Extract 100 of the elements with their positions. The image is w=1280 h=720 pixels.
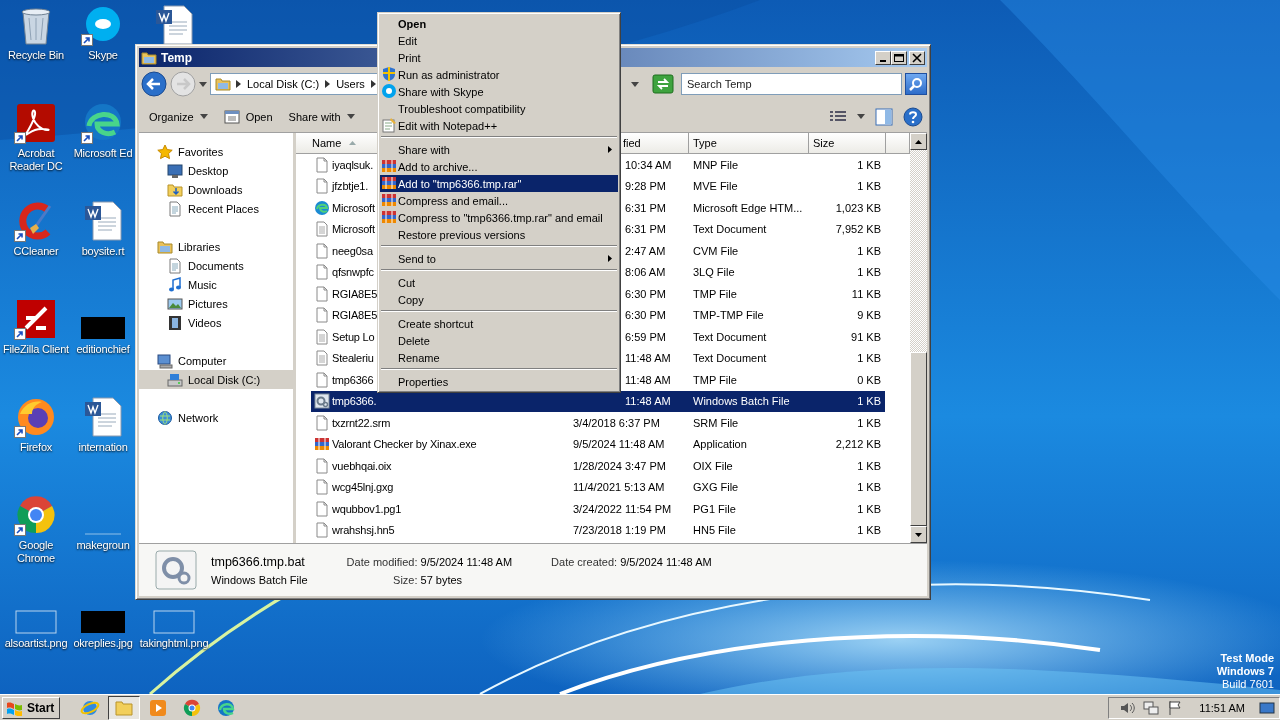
back-button[interactable] [141,71,167,97]
icon-label[interactable]: FileZilla Client [3,343,69,356]
help-button[interactable] [903,106,923,127]
file-name[interactable]: RGIA8E5 [331,309,378,322]
taskbar-button[interactable] [108,695,141,720]
nav-item[interactable]: Documents [139,256,293,275]
file-name[interactable]: wcg45lnj.gxg [331,481,394,494]
menu-item[interactable]: Print [380,49,618,66]
file-name[interactable]: Microsoft [331,201,375,214]
icon-label[interactable]: Recycle Bin [8,49,64,62]
icon-label[interactable]: CCleaner [13,245,59,258]
file-name[interactable]: Valorant Checker by Xinax.exe [331,438,477,451]
scroll-down-button[interactable] [910,526,927,543]
icon-label[interactable]: internation [78,441,128,454]
view-dropdown-button[interactable] [857,114,865,119]
nav-item[interactable]: Desktop [139,161,293,180]
file-name[interactable]: Stealeriu [331,352,374,365]
nav-item[interactable]: Libraries [139,237,293,256]
scroll-thumb[interactable] [910,352,927,526]
icon-label[interactable]: boysite.rt [81,245,125,258]
nav-item[interactable]: Network [139,408,293,427]
breadcrumb[interactable]: Users [335,78,366,90]
menu-item[interactable]: Add to archive... [380,158,618,175]
nav-item[interactable]: Videos [139,313,293,332]
file-name[interactable]: txzrnt22.srm [331,416,391,429]
nav-item[interactable]: Recent Places [139,199,293,218]
file-name[interactable]: qfsnwpfc [331,266,374,279]
flag-icon[interactable] [1167,699,1184,716]
file-name[interactable]: tmp6366. [331,395,377,408]
icon-label[interactable]: takinghtml.png [139,637,209,650]
view-button[interactable] [829,109,847,124]
toolbar-button[interactable]: Share with [284,108,359,125]
icon-label[interactable]: makegroun [76,539,130,552]
address-dropdown-button[interactable] [631,81,639,87]
file-name[interactable]: Microsoft [331,223,375,236]
menu-item[interactable]: Edit with Notepad++ [380,117,618,134]
toolbar-button[interactable]: Open [219,106,277,127]
network-icon[interactable] [1143,699,1160,716]
image-file-icon[interactable] [81,316,125,340]
menu-item[interactable]: Compress to "tmp6366.tmp.rar" and email [380,209,618,226]
menu-item[interactable]: Cut [380,274,618,291]
column-header[interactable]: Type [689,133,809,154]
selected-row-highlight[interactable]: tmp6366. 11:48 AM Windows Batch File 1 KB [311,390,885,412]
toolbar-button[interactable]: Organize [145,108,212,125]
preview-pane-button[interactable] [875,107,893,126]
icon-label[interactable]: Firefox [19,441,53,454]
app-icon[interactable] [14,298,58,340]
file-name[interactable]: wqubbov1.pg1 [331,502,402,515]
menu-item[interactable]: Properties [380,373,618,390]
file-name[interactable]: wrahshsj.hn5 [331,524,395,537]
menu-item[interactable]: Copy [380,291,618,308]
icon-label[interactable]: alsoartist.png [4,637,68,650]
nav-item[interactable]: Downloads [139,180,293,199]
file-name[interactable]: neeg0sa [331,244,373,257]
maximize-button[interactable] [891,50,907,65]
chevron-icon[interactable] [370,80,376,88]
start-button[interactable]: Start [2,696,61,719]
icon-label[interactable]: okreplies.jpg [73,637,133,650]
nav-item[interactable]: Favorites [139,142,293,161]
search-field[interactable]: Search Temp [681,73,902,95]
pdf-app-icon[interactable] [14,102,58,144]
minimize-button[interactable] [875,50,891,65]
menu-item[interactable]: Create shortcut [380,315,618,332]
icon-label[interactable]: editionchief [76,343,130,356]
icon-label[interactable]: Skype [88,49,118,62]
file-name[interactable]: jfzbtje1. [331,180,369,193]
clock[interactable]: 11:51 AM [1199,701,1245,714]
file-name[interactable]: Setup Lo [331,330,375,343]
icon-label[interactable]: Acrobat Reader DC [0,147,72,173]
menu-item[interactable]: Edit [380,32,618,49]
menu-item[interactable]: Share with Skype [380,83,618,100]
browser-icon[interactable] [14,494,58,536]
column-header[interactable]: Size [809,133,886,154]
file-name[interactable]: tmp6366 [331,373,374,386]
menu-item[interactable]: Run as administrator [380,66,618,83]
close-button[interactable] [909,50,925,65]
icon-label[interactable]: Microsoft Ed [73,147,133,160]
search-button[interactable] [905,73,927,95]
menu-item[interactable]: Add to "tmp6366.tmp.rar" [380,175,618,192]
nav-item[interactable]: Music [139,275,293,294]
menu-item[interactable]: Send to [380,250,618,267]
menu-item[interactable]: Restore previous versions [380,226,618,243]
menu-item[interactable]: Compress and email... [380,192,618,209]
chevron-icon[interactable] [325,80,331,88]
menu-item[interactable]: Delete [380,332,618,349]
file-name[interactable]: iyaqlsuk. [331,158,373,171]
menu-item[interactable]: Troubleshoot compatibility [380,100,618,117]
refresh-button[interactable] [652,74,674,94]
show-desktop-icon[interactable] [1259,699,1275,716]
nav-item[interactable]: Computer [139,351,293,370]
scroll-up-button[interactable] [910,133,927,150]
scroll-bar[interactable] [910,133,927,543]
menu-item[interactable]: Open [380,15,618,32]
nav-item[interactable]: Pictures [139,294,293,313]
file-name[interactable]: RGIA8E5 [331,287,378,300]
file-name[interactable]: vuebhqai.oix [331,459,392,472]
breadcrumb[interactable]: Local Disk (C:) [246,78,321,90]
image-file-icon[interactable] [81,610,125,634]
icon-label[interactable]: Google Chrome [0,539,72,565]
history-button[interactable] [199,81,207,87]
